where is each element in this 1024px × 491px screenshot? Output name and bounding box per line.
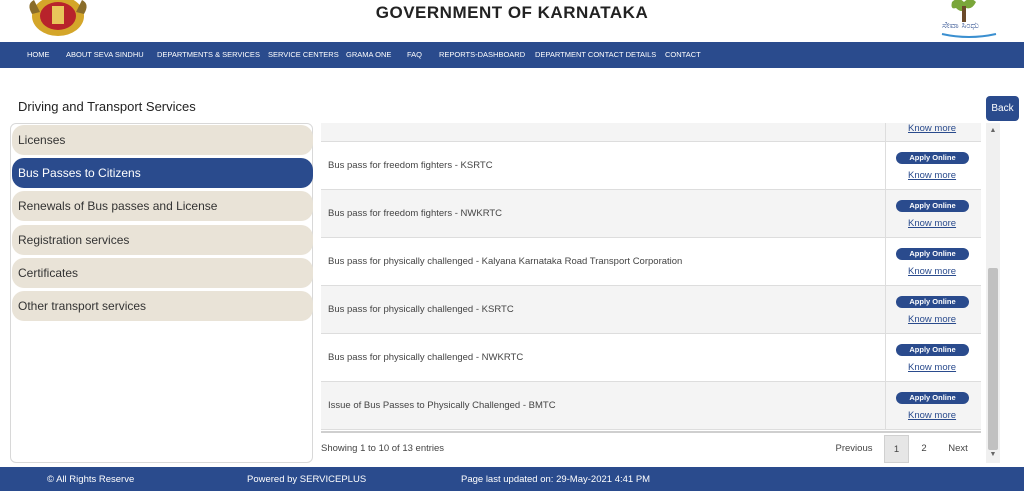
row-actions: Apply Online Know more bbox=[885, 190, 981, 238]
category-registration[interactable]: Registration services bbox=[12, 225, 313, 255]
site-header: GOVERNMENT OF KARNATAKA ಸೇವಾ ಸಿಂಧು bbox=[0, 0, 1024, 42]
category-bus-passes[interactable]: Bus Passes to Citizens bbox=[12, 158, 313, 188]
table-row: Issue of Bus Passes to Physically Challe… bbox=[321, 382, 981, 430]
row-actions: Apply Online Know more bbox=[885, 382, 981, 430]
know-more-link[interactable]: Know more bbox=[908, 362, 956, 373]
service-name: Issue of Bus Passes to Physically Challe… bbox=[328, 400, 556, 411]
apply-online-button[interactable]: Apply Online bbox=[896, 392, 969, 404]
services-scrollbar[interactable]: ▲ ▼ bbox=[986, 123, 1000, 463]
pagination: Showing 1 to 10 of 13 entries Previous 1… bbox=[321, 431, 981, 463]
last-updated-text: Page last updated on: 29-May-2021 4:41 P… bbox=[461, 474, 651, 485]
nav-department-contacts[interactable]: DEPARTMENT CONTACT DETAILS bbox=[535, 50, 656, 59]
know-more-link[interactable]: Know more bbox=[908, 410, 956, 421]
next-page-button[interactable]: Next bbox=[939, 435, 977, 463]
site-footer: © All Rights Reserve Powered by SERVICEP… bbox=[0, 467, 1024, 491]
row-actions: Apply Online Know more bbox=[885, 286, 981, 334]
seva-sindhu-logo: ಸೇವಾ ಸಿಂಧು bbox=[941, 0, 997, 38]
know-more-link[interactable]: Know more bbox=[908, 266, 956, 277]
nav-contact[interactable]: CONTACT bbox=[665, 50, 701, 59]
service-name: Bus pass for freedom fighters - KSRTC bbox=[328, 160, 493, 171]
page-2-button[interactable]: 2 bbox=[914, 435, 934, 463]
service-name: Bus pass for physically challenged - KSR… bbox=[328, 304, 514, 315]
entries-info: Showing 1 to 10 of 13 entries bbox=[321, 443, 445, 454]
scroll-up-icon[interactable]: ▲ bbox=[986, 125, 1000, 137]
page-title: Driving and Transport Services bbox=[18, 99, 196, 114]
row-actions: Apply Online Know more bbox=[885, 334, 981, 382]
apply-online-button[interactable]: Apply Online bbox=[896, 344, 969, 356]
row-actions: Apply Online Know more bbox=[885, 238, 981, 286]
powered-by-text: Powered by SERVICEPLUS bbox=[247, 474, 367, 485]
category-licenses[interactable]: Licenses bbox=[12, 125, 313, 155]
know-more-link[interactable]: Know more bbox=[908, 314, 956, 325]
table-row: Know more bbox=[321, 123, 981, 142]
category-certificates[interactable]: Certificates bbox=[12, 258, 313, 288]
apply-online-button[interactable]: Apply Online bbox=[896, 200, 969, 212]
know-more-link[interactable]: Know more bbox=[908, 170, 956, 181]
know-more-link[interactable]: Know more bbox=[908, 218, 956, 229]
main-nav: HOME ABOUT SEVA SINDHU DEPARTMENTS & SER… bbox=[0, 42, 1024, 68]
seva-logo-text: ಸೇವಾ ಸಿಂಧು bbox=[942, 21, 979, 31]
back-button[interactable]: Back bbox=[986, 96, 1019, 121]
category-panel: Licenses Bus Passes to Citizens Renewals… bbox=[10, 123, 313, 463]
service-name: Bus pass for freedom fighters - NWKRTC bbox=[328, 208, 503, 219]
service-name: Bus pass for physically challenged - Kal… bbox=[328, 256, 683, 267]
nav-about[interactable]: ABOUT SEVA SINDHU bbox=[66, 50, 144, 59]
apply-online-button[interactable]: Apply Online bbox=[896, 152, 969, 164]
category-other-transport[interactable]: Other transport services bbox=[12, 291, 313, 321]
apply-online-button[interactable]: Apply Online bbox=[896, 296, 969, 308]
service-name: Bus pass for physically challenged - NWK… bbox=[328, 352, 524, 363]
nav-service-centers[interactable]: SERVICE CENTERS bbox=[268, 50, 339, 59]
previous-page-button[interactable]: Previous bbox=[829, 435, 879, 463]
table-row: Bus pass for physically challenged - NWK… bbox=[321, 334, 981, 382]
nav-faq[interactable]: FAQ bbox=[407, 50, 422, 59]
page-1-button[interactable]: 1 bbox=[884, 435, 909, 463]
table-row: Bus pass for freedom fighters - KSRTC Ap… bbox=[321, 142, 981, 190]
row-actions: Apply Online Know more bbox=[885, 142, 981, 190]
table-row: Bus pass for freedom fighters - NWKRTC A… bbox=[321, 190, 981, 238]
table-row: Bus pass for physically challenged - Kal… bbox=[321, 238, 981, 286]
category-renewals[interactable]: Renewals of Bus passes and License bbox=[12, 191, 313, 221]
nav-home[interactable]: HOME bbox=[27, 50, 50, 59]
know-more-link[interactable]: Know more bbox=[908, 123, 956, 134]
scroll-down-icon[interactable]: ▼ bbox=[986, 449, 1000, 461]
nav-reports-dashboard[interactable]: REPORTS-DASHBOARD bbox=[439, 50, 525, 59]
nav-departments[interactable]: DEPARTMENTS & SERVICES bbox=[157, 50, 260, 59]
nav-grama-one[interactable]: GRAMA ONE bbox=[346, 50, 391, 59]
apply-online-button[interactable]: Apply Online bbox=[896, 248, 969, 260]
row-actions: Know more bbox=[885, 123, 981, 142]
site-title: GOVERNMENT OF KARNATAKA bbox=[375, 3, 649, 22]
table-row: Bus pass for physically challenged - KSR… bbox=[321, 286, 981, 334]
scrollbar-thumb[interactable] bbox=[988, 268, 998, 450]
copyright-text: © All Rights Reserve bbox=[47, 474, 135, 485]
services-panel: Know more Bus pass for freedom fighters … bbox=[317, 123, 1000, 463]
